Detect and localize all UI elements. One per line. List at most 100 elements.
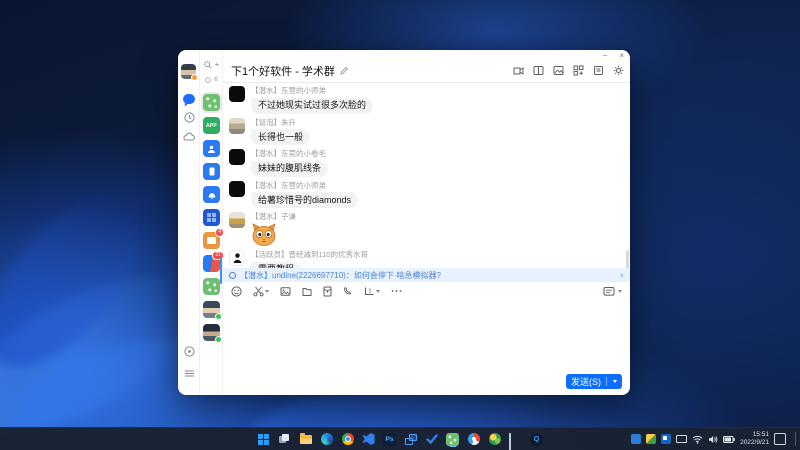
screen-share-icon[interactable] <box>513 65 524 76</box>
wifi-icon[interactable] <box>692 435 703 444</box>
taskbar-clock[interactable]: 15:51 2022/9/21 <box>740 431 769 448</box>
avatar[interactable] <box>229 149 245 165</box>
close-button[interactable]: × <box>619 51 624 61</box>
check-app-button[interactable] <box>424 431 439 447</box>
svg-text:1: 1 <box>369 289 372 295</box>
message-list[interactable]: 【潜水】东营的小师弟 不过她现实试过很多次脸的 【冒泡】朱升 长得也一般 【潜水… <box>223 82 630 268</box>
browser360-button[interactable] <box>466 431 481 447</box>
menu-button[interactable] <box>178 370 200 377</box>
apps-grid-icon[interactable] <box>573 65 584 76</box>
chat-list-scrollbar[interactable] <box>220 258 222 284</box>
online-count: ·6 <box>200 77 223 83</box>
chat-item-app[interactable]: APP <box>203 117 220 134</box>
add-chat-button[interactable]: + <box>215 60 220 69</box>
people-icon <box>207 145 216 153</box>
message: 【冒泡】朱升 长得也一般 <box>229 118 624 146</box>
earth-app-button[interactable] <box>487 431 502 447</box>
screen-record-button[interactable]: 1 <box>364 286 380 296</box>
scissors-icon <box>253 286 264 297</box>
sender-name: 【潜水】子谦 <box>251 212 296 221</box>
voice-button[interactable] <box>343 286 353 297</box>
window-stack-button[interactable] <box>403 431 418 447</box>
chevron-down-icon <box>613 380 617 383</box>
browser360-icon <box>468 433 480 445</box>
window-stack-icon <box>405 434 417 445</box>
start-button[interactable] <box>256 431 271 447</box>
chat-history-button[interactable] <box>603 286 622 297</box>
announcement-icon[interactable] <box>593 65 604 76</box>
avatar[interactable] <box>229 212 245 228</box>
chat-item-mail[interactable]: 4 <box>203 232 220 249</box>
qq-chat-window: − × + <box>178 50 630 395</box>
tray-app-photos-icon[interactable] <box>661 434 671 444</box>
chat-item-group2[interactable] <box>203 278 220 295</box>
chat-title: 下1个好软件 - 学术群 <box>231 63 335 79</box>
avatar[interactable] <box>181 64 196 79</box>
minimize-button[interactable]: − <box>603 51 608 61</box>
edge-button[interactable] <box>319 431 334 447</box>
chat-item-group-selected[interactable] <box>203 94 220 111</box>
chat-item-phone[interactable] <box>203 163 220 180</box>
chat-item-friend2[interactable] <box>203 324 220 341</box>
battery-icon[interactable] <box>723 436 735 443</box>
chat-item-friend1[interactable] <box>203 301 220 318</box>
messages-tab[interactable] <box>178 94 200 104</box>
cat-sticker[interactable] <box>251 223 277 246</box>
vscode-button[interactable] <box>361 431 376 447</box>
image-gallery-icon[interactable] <box>553 65 564 76</box>
multi-panel-icon[interactable] <box>533 65 544 76</box>
message: 【活跃员】曾经减到110的优秀水哥 需要教程 <box>229 250 624 268</box>
image-button[interactable] <box>280 286 291 297</box>
clock-date: 2022/9/21 <box>740 439 769 446</box>
mention-close-icon[interactable]: × <box>619 271 624 280</box>
send-button[interactable]: 发送(S) <box>566 374 622 389</box>
message-bubble[interactable]: 给薯珍惜号的diamonds <box>251 192 358 208</box>
message: 【潜水】东营的小师弟 不过她现实试过很多次脸的 <box>229 86 624 114</box>
avatar[interactable] <box>229 181 245 197</box>
message-bubble[interactable]: 妹妹的腹肌线条 <box>251 161 328 177</box>
emoji-button[interactable] <box>231 286 242 297</box>
search-icon[interactable] <box>204 61 212 69</box>
avatar[interactable] <box>229 118 245 134</box>
red-packet-button[interactable] <box>323 286 332 297</box>
qq-taskbar-button[interactable] <box>445 431 460 447</box>
tray-app-green-icon[interactable] <box>646 434 656 444</box>
task-view-button[interactable] <box>277 431 292 447</box>
show-desktop-button[interactable] <box>795 432 796 446</box>
edit-title-icon[interactable] <box>340 67 348 75</box>
cloud-tab[interactable] <box>178 132 200 141</box>
phone-icon <box>209 167 215 176</box>
tray-app-blue-icon[interactable] <box>631 434 641 444</box>
smiley-icon <box>205 77 211 83</box>
speaker-icon[interactable] <box>708 435 718 444</box>
chat-item-docs[interactable]: 21 <box>203 255 220 272</box>
remote-desktop-button[interactable] <box>508 431 523 447</box>
message-bubble[interactable]: 长得也一般 <box>251 129 310 145</box>
avatar[interactable] <box>229 250 245 266</box>
sender-name: 【潜水】东营的小师弟 <box>251 181 358 190</box>
notification-icon[interactable] <box>774 433 786 445</box>
bell-icon <box>208 190 216 199</box>
q-app-button[interactable]: Q <box>529 431 544 447</box>
active-indicator <box>449 445 456 447</box>
emoji-icon <box>231 286 242 297</box>
chat-history-icon <box>603 286 615 297</box>
file-button[interactable] <box>302 286 312 297</box>
safety-button[interactable] <box>178 346 200 357</box>
mention-bar[interactable]: 【潜水】undine(2226697710)：如何会停下·啥急模拟器? × <box>223 268 630 282</box>
image-icon <box>280 286 291 297</box>
chat-item-windows[interactable] <box>203 209 220 226</box>
chat-item-contacts[interactable] <box>203 140 220 157</box>
input-indicator-icon[interactable] <box>676 435 687 443</box>
avatar[interactable] <box>229 86 245 102</box>
settings-icon[interactable] <box>613 65 624 76</box>
photoshop-button[interactable]: Ps <box>382 431 397 447</box>
chrome-button[interactable] <box>340 431 355 447</box>
sender-name: 【活跃员】曾经减到110的优秀水哥 <box>251 250 368 259</box>
chat-item-bell[interactable] <box>203 186 220 203</box>
more-button[interactable] <box>391 289 402 293</box>
screenshot-button[interactable] <box>253 286 269 297</box>
message-bubble[interactable]: 不过她现实试过很多次脸的 <box>251 98 373 114</box>
moments-tab[interactable] <box>178 112 200 123</box>
file-explorer-button[interactable] <box>298 431 313 447</box>
